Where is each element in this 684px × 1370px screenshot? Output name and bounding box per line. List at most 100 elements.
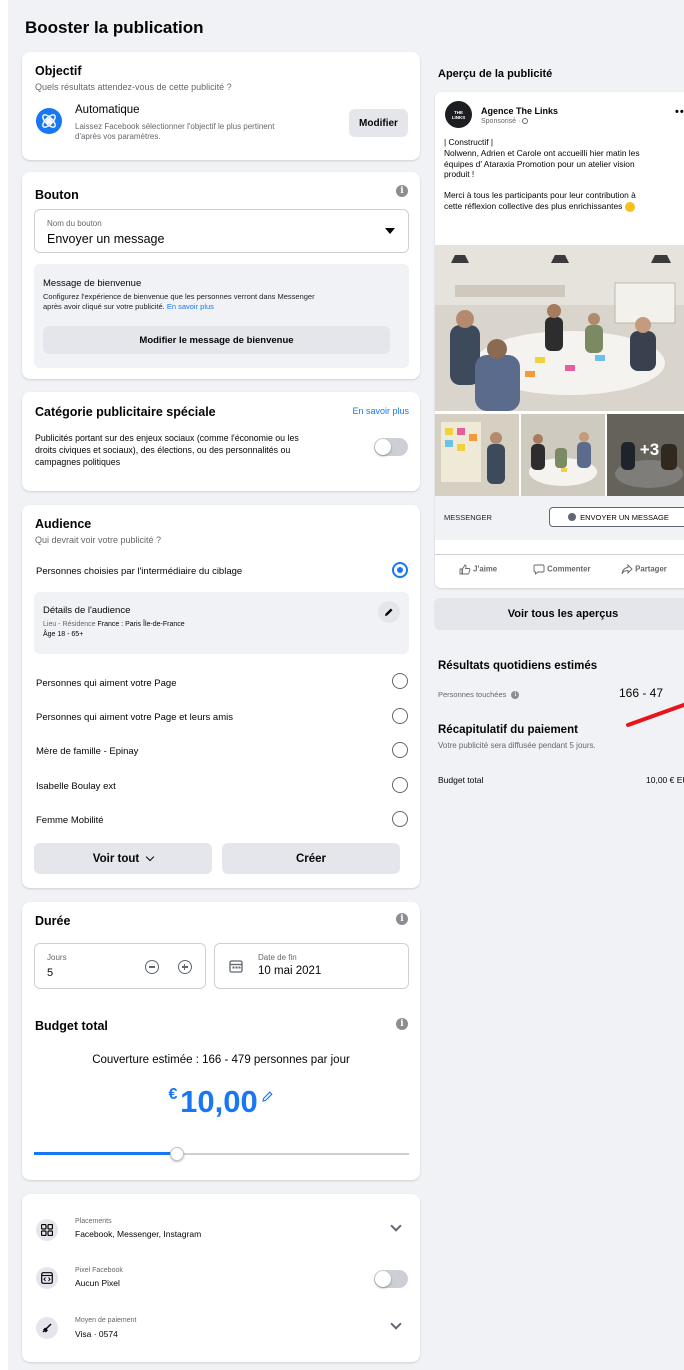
boost-post-page: Booster la publication Objectif Quels ré… <box>0 0 684 1370</box>
welcome-learn-more-link[interactable]: En savoir plus <box>167 302 214 311</box>
currency-symbol: € <box>168 1086 178 1103</box>
see-all-label: Voir tout <box>92 852 140 865</box>
grid-icon <box>36 1219 58 1241</box>
end-date-value: 10 mai 2021 <box>258 965 322 977</box>
objective-subtitle: Quels résultats attendez-vous de cette p… <box>35 82 232 92</box>
info-icon[interactable]: i <box>396 185 408 197</box>
edit-budget-pencil-icon[interactable] <box>261 1090 274 1106</box>
audience-item-radio[interactable] <box>392 742 408 758</box>
objective-option-title: Automatique <box>75 104 140 116</box>
end-date-field[interactable]: Date de fin 10 mai 2021 <box>214 943 409 989</box>
info-icon[interactable]: i <box>396 913 408 925</box>
globe-icon <box>522 118 529 125</box>
budget-slider-thumb[interactable] <box>170 1147 184 1161</box>
people-reached-label: Personnes touchées <box>438 690 507 699</box>
audience-item-radio[interactable] <box>392 777 408 793</box>
audience-age: Âge 18 - 65+ <box>43 631 84 638</box>
decrease-days-minus-icon[interactable] <box>145 960 159 974</box>
more-options-icon[interactable]: ••• <box>675 107 684 118</box>
button-name-select[interactable]: Nom du bouton Envoyer un message <box>34 209 409 253</box>
post-text-line: équipes d' Ataraxia Promotion pour un at… <box>444 158 635 169</box>
thumbs-up-icon <box>459 564 471 575</box>
placements-value: Facebook, Messenger, Instagram <box>75 1229 202 1239</box>
welcome-title: Message de bienvenue <box>43 278 142 289</box>
smiley-emoji-icon <box>624 201 635 212</box>
see-all-previews-button[interactable]: Voir tous les aperçus <box>434 598 684 630</box>
see-all-audiences-button[interactable]: Voir tout <box>34 843 212 874</box>
audience-item-radio[interactable] <box>392 708 408 724</box>
people-reached-value: 166 - 47 <box>619 686 664 700</box>
send-message-cta-button[interactable]: ENVOYER UN MESSAGE <box>549 507 684 527</box>
like-label: J'aime <box>473 564 498 574</box>
payment-method-value: Visa · 0574 <box>75 1329 118 1339</box>
post-text-line: cette réflexion collective des plus enri… <box>444 200 623 211</box>
modify-objective-button[interactable]: Modifier <box>349 109 408 137</box>
objective-option-desc-1: Laissez Facebook sélectionner l'objectif… <box>75 122 275 131</box>
cta-label: ENVOYER UN MESSAGE <box>580 512 669 522</box>
comment-action[interactable]: Commenter <box>533 564 591 575</box>
dropdown-caret-icon <box>385 228 395 234</box>
days-label: Jours <box>47 953 67 962</box>
audience-subtitle: Qui devrait voir votre publicité ? <box>35 535 162 545</box>
settings-card: Placements Facebook, Messenger, Instagra… <box>22 1194 420 1362</box>
audience-location-prefix: Lieu - Résidence <box>43 621 96 628</box>
cta-source: MESSENGER <box>444 513 492 522</box>
objective-title: Objectif <box>35 64 82 78</box>
button-section-title: Bouton <box>35 188 79 202</box>
objective-option-desc-2: d'après vos paramètres. <box>75 132 161 141</box>
audience-item: Personnes qui aiment votre Page et leurs… <box>36 712 233 723</box>
post-thumbnail-photo[interactable]: +3 <box>607 414 684 496</box>
special-category-desc-1: Publicités portant sur des enjeux sociau… <box>35 433 299 443</box>
placements-label: Placements <box>75 1218 112 1225</box>
audience-card: Audience Qui devrait voir votre publicit… <box>22 505 420 888</box>
budget-amount-display[interactable]: € 10,00 <box>22 1084 420 1120</box>
welcome-desc-2: après avoir cliqué sur votre publicité. <box>43 302 165 311</box>
edit-audience-pencil-icon[interactable] <box>378 601 400 623</box>
preview-title: Aperçu de la publicité <box>438 68 553 80</box>
audience-targeted-label: Personnes choisies par l'intermédiaire d… <box>36 566 243 577</box>
payment-summary-subtitle: Votre publicité sera diffusée pendant 5 … <box>438 741 596 750</box>
payment-summary-title: Récapitulatif du paiement <box>438 724 578 736</box>
info-icon[interactable]: i <box>396 1018 408 1030</box>
days-field[interactable]: Jours 5 <box>34 943 206 989</box>
like-action[interactable]: J'aime <box>459 564 497 575</box>
post-thumbnail-photo[interactable] <box>435 414 519 496</box>
special-category-title: Catégorie publicitaire spéciale <box>35 405 216 419</box>
audience-item: Isabelle Boulay ext <box>36 781 116 792</box>
page-name[interactable]: Agence The Links <box>481 106 558 116</box>
edit-welcome-message-button[interactable]: Modifier le message de bienvenue <box>43 326 390 354</box>
pixel-toggle[interactable] <box>374 1270 408 1288</box>
info-icon[interactable]: i <box>511 691 520 700</box>
increase-days-plus-icon[interactable] <box>178 960 192 974</box>
post-main-photo[interactable] <box>435 245 684 411</box>
pixel-code-icon <box>36 1267 58 1289</box>
duration-title: Durée <box>35 914 71 928</box>
post-text-line: Nolwenn, Adrien et Carole ont accueilli … <box>444 147 640 158</box>
button-name-value: Envoyer un message <box>47 232 165 246</box>
chevron-down-icon[interactable] <box>390 1318 402 1330</box>
audience-item-radio[interactable] <box>392 811 408 827</box>
ad-preview-card: THE LINKS Agence The Links Sponsorisé · … <box>435 92 684 588</box>
audience-targeted-radio[interactable] <box>392 562 408 578</box>
special-category-learn-more-link[interactable]: En savoir plus <box>352 406 409 416</box>
create-audience-button[interactable]: Créer <box>222 843 400 874</box>
chevron-down-icon[interactable] <box>390 1220 402 1232</box>
budget-slider[interactable] <box>34 1147 409 1161</box>
payment-total-label: Budget total <box>438 775 484 785</box>
red-annotation-arrow <box>623 700 684 733</box>
audience-item-radio[interactable] <box>392 673 408 689</box>
budget-amount: 10,00 <box>180 1084 258 1119</box>
page-title: Booster la publication <box>25 18 204 37</box>
cta-row: MESSENGER ENVOYER UN MESSAGE <box>435 496 684 540</box>
audience-item: Mère de famille - Epinay <box>36 746 139 757</box>
more-photos-count: +3 <box>639 440 660 459</box>
budget-slider-fill <box>34 1152 177 1155</box>
special-category-toggle[interactable] <box>374 438 408 456</box>
sponsored-label: Sponsorisé · <box>481 118 521 125</box>
budget-title: Budget total <box>35 1019 108 1033</box>
share-action[interactable]: Partager <box>621 563 667 575</box>
end-date-label: Date de fin <box>258 953 297 962</box>
post-thumbnail-photo[interactable] <box>521 414 605 496</box>
post-text-line: | Constructif | <box>444 137 494 147</box>
daily-results-title: Résultats quotidiens estimés <box>438 660 598 672</box>
